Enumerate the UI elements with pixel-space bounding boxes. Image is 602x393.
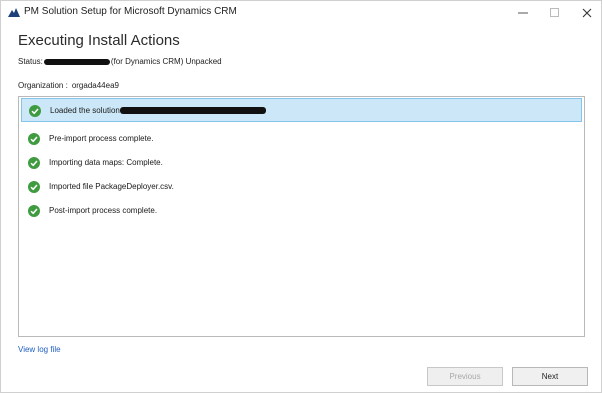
status-label: Status: <box>18 57 43 66</box>
status-line: Status: (for Dynamics CRM) Unpacked <box>18 57 222 66</box>
list-item-label: Post-import process complete. <box>49 206 158 215</box>
organization-value: orgada44ea9 <box>71 81 119 90</box>
window-title: PM Solution Setup for Microsoft Dynamics… <box>24 6 237 17</box>
list-item-label: Importing data maps: Complete. <box>49 158 163 167</box>
install-actions-list[interactable]: Loaded the solution Pre-import process c… <box>18 96 585 337</box>
list-item-label: Pre-import process complete. <box>49 134 154 143</box>
title-bar[interactable]: PM Solution Setup for Microsoft Dynamics… <box>1 1 601 25</box>
list-item-label: Loaded the solution <box>50 106 266 115</box>
list-item[interactable]: Loaded the solution <box>21 98 582 122</box>
check-circle-icon <box>28 133 40 145</box>
organization-label: Organization : <box>18 81 68 90</box>
list-item[interactable]: Post-import process complete. <box>21 199 582 223</box>
check-circle-icon <box>28 157 40 169</box>
minimize-icon <box>518 12 528 14</box>
view-log-file-link[interactable]: View log file <box>18 345 61 354</box>
status-value: (for Dynamics CRM) Unpacked <box>110 57 222 66</box>
previous-button[interactable]: Previous <box>427 367 503 386</box>
maximize-button[interactable] <box>539 1 571 25</box>
list-item-label: Imported file PackageDeployer.csv. <box>49 182 174 191</box>
list-item[interactable]: Imported file PackageDeployer.csv. <box>21 175 582 199</box>
list-item-text: Loaded the solution <box>50 106 120 115</box>
redaction-bar <box>43 58 110 65</box>
redaction-bar <box>119 107 266 114</box>
setup-window: PM Solution Setup for Microsoft Dynamics… <box>0 0 602 393</box>
check-circle-icon <box>28 181 40 193</box>
dynamics-logo-icon <box>8 8 20 17</box>
maximize-icon <box>550 8 559 17</box>
close-icon <box>582 8 592 18</box>
close-button[interactable] <box>571 1 602 25</box>
list-item[interactable]: Importing data maps: Complete. <box>21 151 582 175</box>
check-circle-icon <box>28 205 40 217</box>
list-item[interactable]: Pre-import process complete. <box>21 127 582 151</box>
next-button[interactable]: Next <box>512 367 588 386</box>
organization-line: Organization : orgada44ea9 <box>18 81 123 90</box>
page-heading: Executing Install Actions <box>18 32 180 49</box>
minimize-button[interactable] <box>507 1 539 25</box>
check-circle-icon <box>29 105 41 117</box>
